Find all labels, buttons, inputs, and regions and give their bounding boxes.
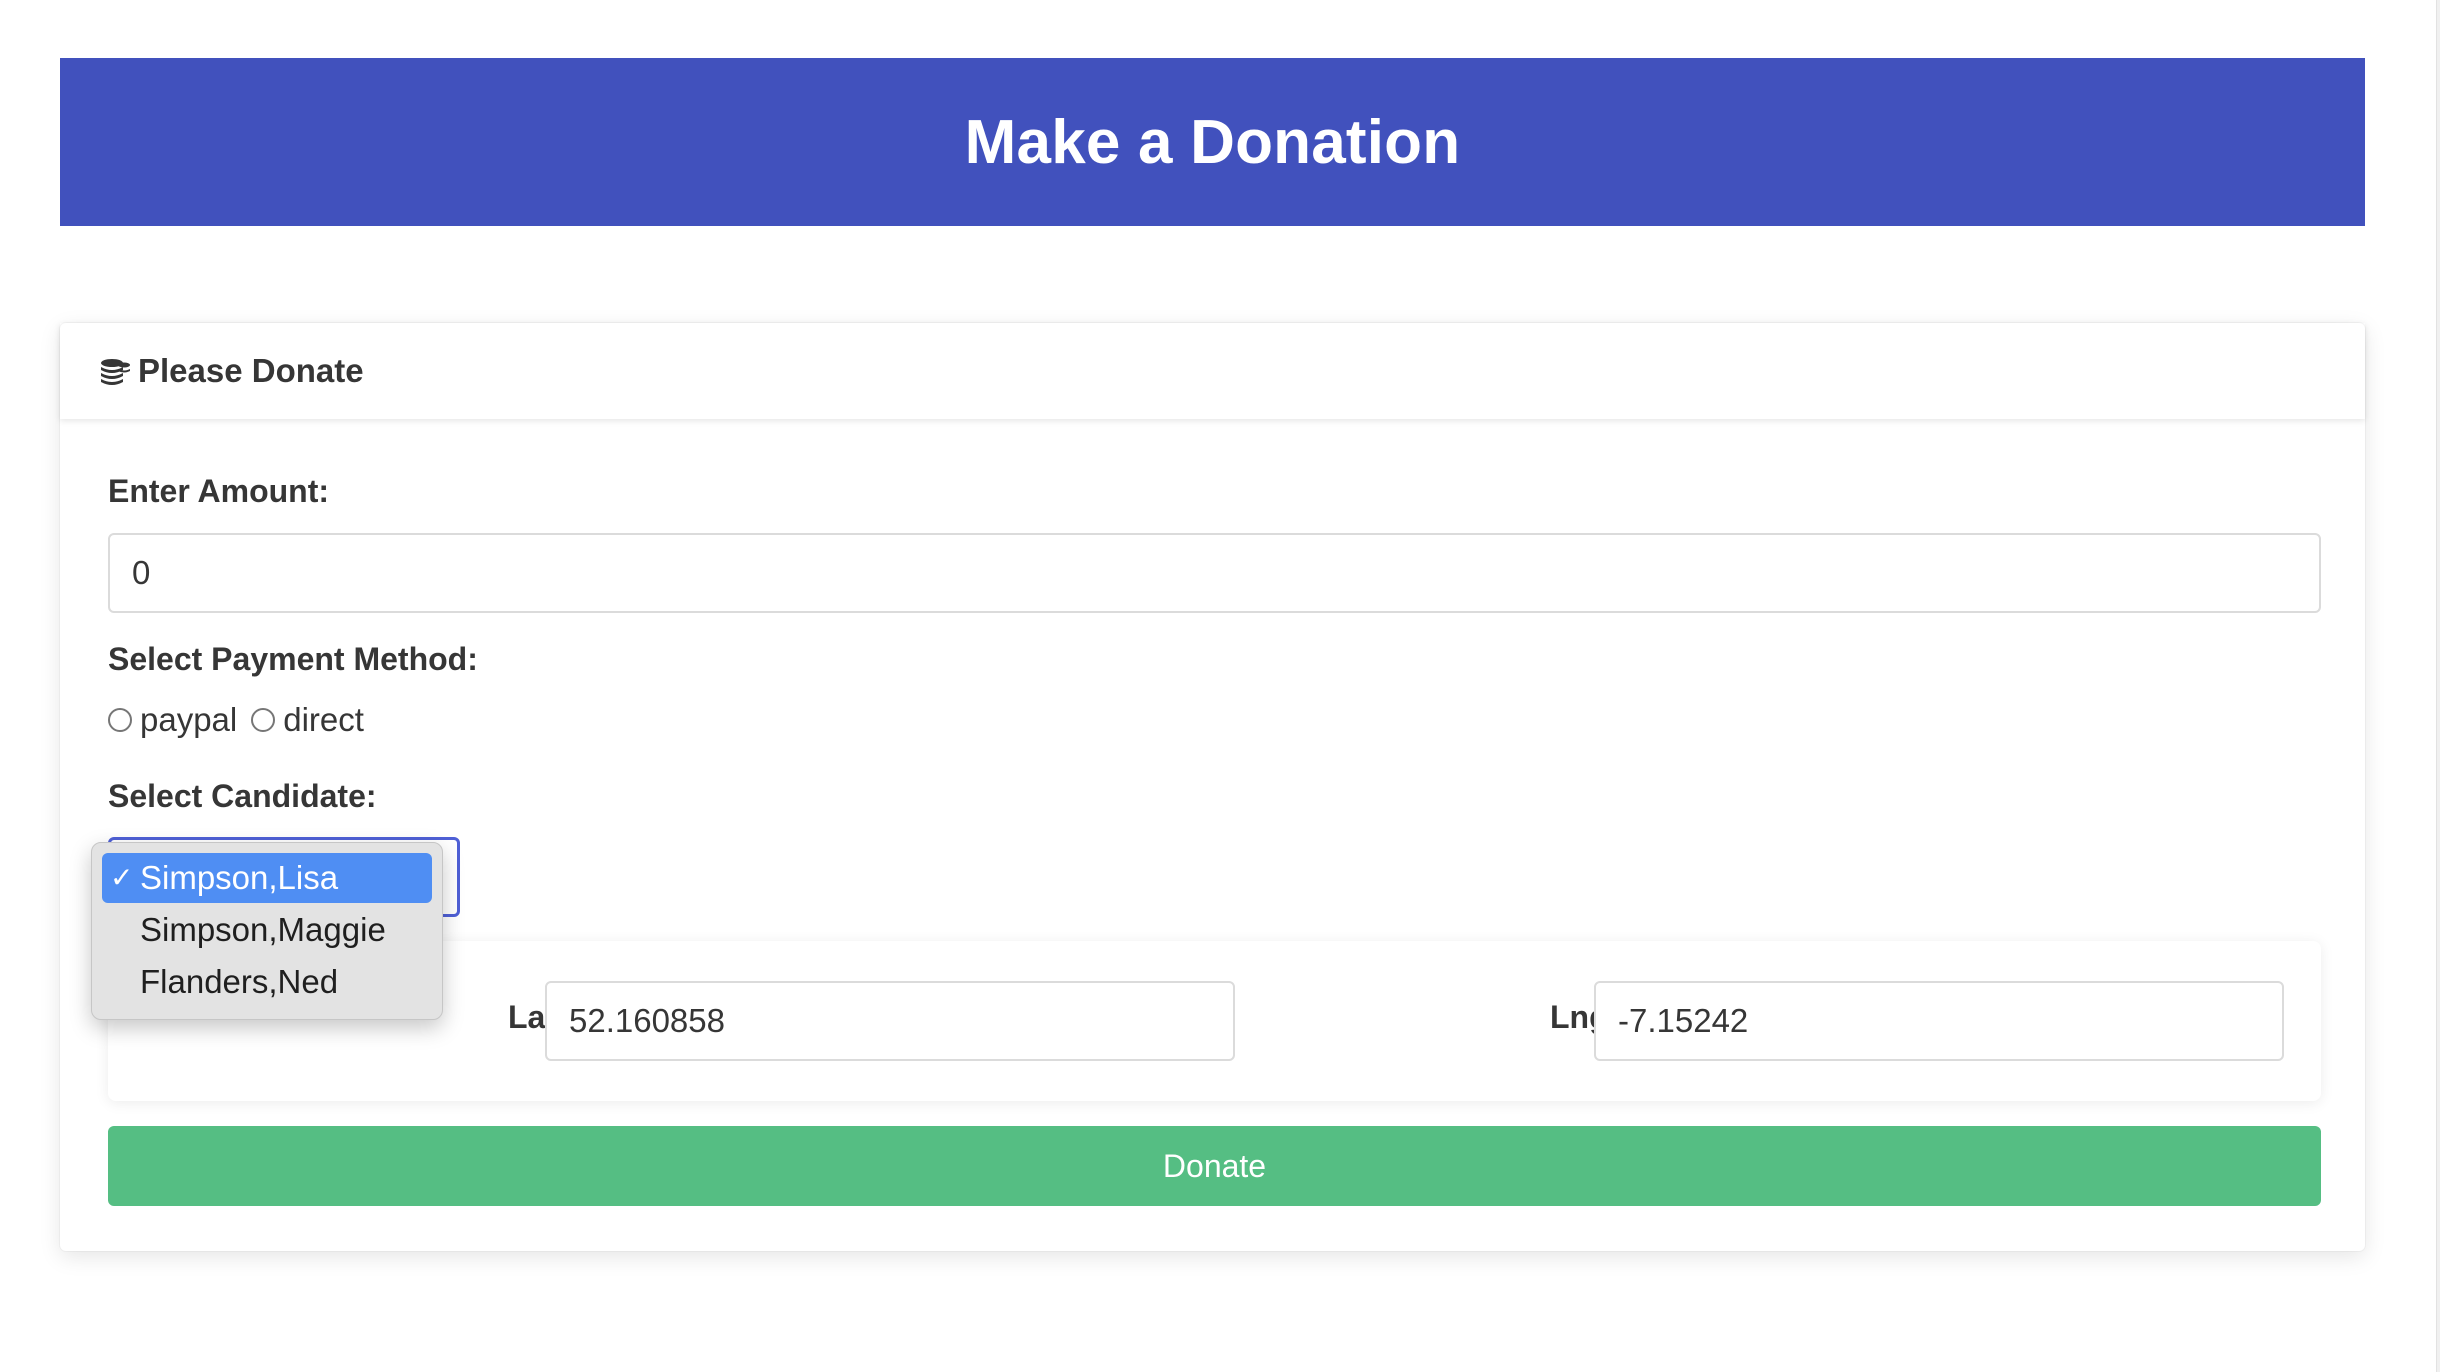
payment-method-label: Select Payment Method: bbox=[108, 641, 478, 677]
lat-value: 52.160858 bbox=[569, 1002, 725, 1039]
lat-input[interactable]: 52.160858 bbox=[545, 981, 1235, 1061]
window-scrollbar-edge bbox=[2436, 0, 2440, 1372]
candidate-dropdown-list: ✓ Simpson,Lisa Simpson,Maggie Flanders,N… bbox=[91, 842, 443, 1020]
candidate-option-flanders-ned[interactable]: Flanders,Ned bbox=[102, 957, 432, 1007]
candidate-label: Select Candidate: bbox=[108, 778, 377, 814]
lng-value: -7.15242 bbox=[1618, 1002, 1749, 1039]
direct-radio-label[interactable]: direct bbox=[283, 701, 364, 739]
candidate-option-label: Simpson,Maggie bbox=[140, 911, 386, 948]
candidate-option-simpson-lisa[interactable]: ✓ Simpson,Lisa bbox=[102, 853, 432, 903]
page: Make a Donation Please Donate Enter Amou… bbox=[0, 0, 2440, 1372]
donation-card: Please Donate Enter Amount: 0 Select Pay… bbox=[60, 323, 2365, 1251]
donate-button[interactable]: Donate bbox=[108, 1126, 2321, 1206]
amount-label: Enter Amount: bbox=[108, 473, 330, 509]
card-title: Please Donate bbox=[138, 352, 364, 389]
payment-method-group: paypal direct bbox=[108, 701, 378, 739]
candidate-option-label: Simpson,Lisa bbox=[140, 859, 339, 896]
amount-input[interactable]: 0 bbox=[108, 533, 2321, 613]
checkmark-icon: ✓ bbox=[110, 862, 134, 893]
amount-value: 0 bbox=[132, 554, 151, 591]
lng-input[interactable]: -7.15242 bbox=[1594, 981, 2284, 1061]
candidate-option-label: Flanders,Ned bbox=[140, 963, 339, 1000]
coins-icon bbox=[98, 354, 132, 388]
card-header: Please Donate bbox=[60, 323, 2365, 419]
page-title: Make a Donation bbox=[964, 107, 1461, 177]
paypal-radio-label[interactable]: paypal bbox=[140, 701, 237, 739]
paypal-radio[interactable] bbox=[108, 708, 132, 732]
candidate-option-simpson-maggie[interactable]: Simpson,Maggie bbox=[102, 905, 432, 955]
header-banner: Make a Donation bbox=[60, 58, 2365, 226]
direct-radio[interactable] bbox=[251, 708, 276, 732]
